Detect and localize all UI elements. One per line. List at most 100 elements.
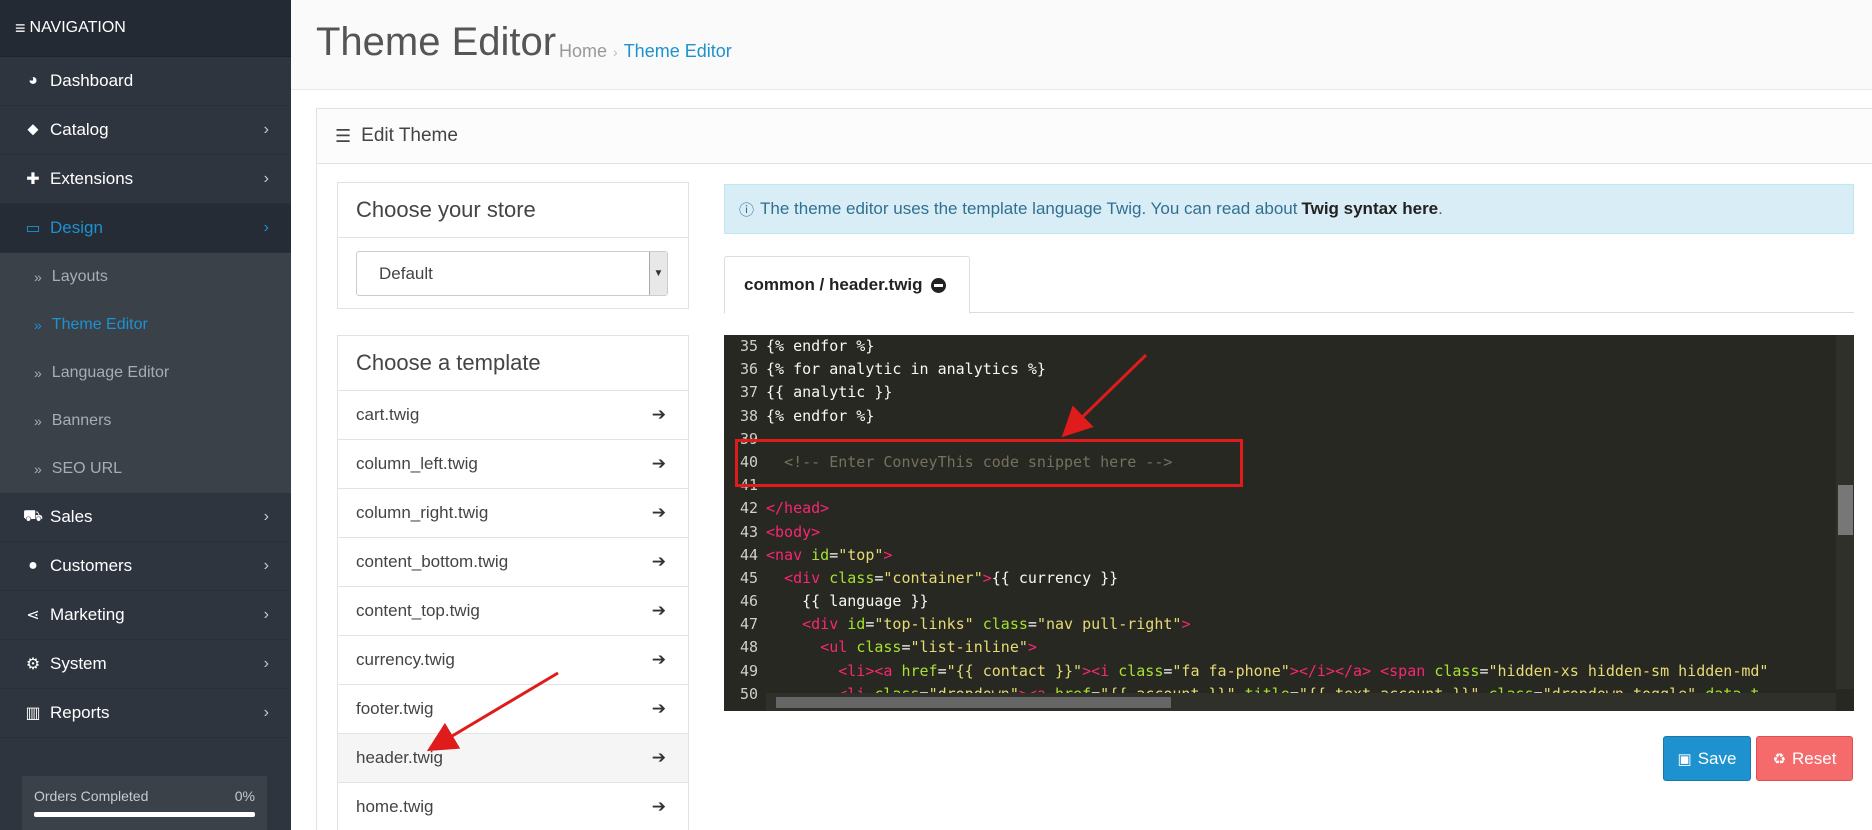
template-item[interactable]: header.twig ➔ [338, 734, 688, 783]
puzzle-icon: ✚ [26, 171, 40, 188]
code-text: {{ analytic }} [766, 383, 893, 402]
line-number: 38 [739, 406, 758, 425]
sidebar-item-design[interactable]: ▭ Design › [0, 204, 291, 253]
tab-header-twig[interactable]: common / header.twig [724, 256, 970, 314]
code-text: <nav id="top"> [766, 545, 893, 564]
double-chevron-icon: » [34, 317, 42, 333]
arrow-right-icon: ➔ [651, 552, 666, 571]
gear-icon: ⚙ [25, 656, 41, 673]
save-button[interactable]: ▣ Save [1663, 736, 1751, 781]
dropdown-arrow-icon[interactable]: ▼ [649, 252, 667, 295]
info-circle-icon: ⓘ [739, 201, 755, 219]
arrow-right-icon: ➔ [651, 797, 666, 816]
sidebar-item-label: Dashboard [50, 71, 134, 90]
alert-text: The theme editor uses the template langu… [760, 199, 1298, 218]
submenu-item-label: SEO URL [51, 460, 123, 477]
twig-syntax-link[interactable]: Twig syntax here [1301, 199, 1438, 219]
store-select[interactable]: Default ▼ [356, 251, 668, 296]
arrow-right-icon: ➔ [651, 650, 666, 669]
template-item-label: content_bottom.twig [356, 552, 509, 571]
submenu-item-language-editor[interactable]: » Language Editor [0, 349, 291, 397]
code-line: 37 {{ analytic }} [724, 381, 1854, 404]
double-chevron-icon: » [34, 461, 42, 477]
sidebar-item-label: Catalog [50, 120, 109, 139]
template-box: Choose a template cart.twig ➔ column_left.… [337, 335, 689, 830]
panel-heading-label: Edit Theme [361, 125, 458, 146]
user-icon: ● [28, 557, 38, 574]
submenu-item-seo-url[interactable]: » SEO URL [0, 445, 291, 493]
panel-heading: ☰ Edit Theme [317, 109, 1872, 164]
sidebar-item-customers[interactable]: ● Customers › [0, 542, 291, 591]
alert-end: . [1438, 199, 1443, 218]
code-line: 45 <div class="container">{{ currency }} [724, 567, 1854, 590]
line-number: 50 [739, 684, 758, 703]
file-tabs: common / header.twig [724, 256, 1854, 314]
template-item[interactable]: cart.twig ➔ [338, 391, 688, 440]
sidebar: ≡ NAVIGATION ◕ Dashboard ⬥ Catalog › ✚ Extensi… [0, 0, 291, 830]
code-text: <div class="container">{{ currency }} [784, 568, 1119, 587]
vertical-scrollbar[interactable] [1836, 335, 1854, 689]
code-line: 49 <li><a href="{{ contact }}"><i class=… [724, 660, 1854, 683]
code-line: 47 <div id="top-links" class="nav pull-r… [724, 613, 1854, 636]
sidebar-item-sales[interactable]: ⛟ Sales › [0, 493, 291, 542]
template-item-label: currency.twig [356, 650, 455, 669]
code-line: 35 {% endfor %} [724, 335, 1854, 358]
template-item[interactable]: footer.twig ➔ [338, 685, 688, 734]
code-line: 46 {{ language }} [724, 590, 1854, 613]
sidebar-item-marketing[interactable]: ⋖ Marketing › [0, 591, 291, 640]
template-item-label: cart.twig [356, 405, 420, 424]
chevron-right-icon: › [263, 606, 269, 623]
submenu-item-banners[interactable]: » Banners [0, 397, 291, 445]
sidebar-item-reports[interactable]: ▥ Reports › [0, 689, 291, 738]
store-box: Choose your store Default ▼ [337, 182, 689, 309]
arrow-right-icon: ➔ [651, 454, 666, 473]
code-text: </head> [766, 499, 830, 518]
list-icon: ☰ [335, 125, 352, 146]
chevron-right-icon: › [263, 121, 269, 138]
nav-header[interactable]: ≡ NAVIGATION [0, 0, 291, 57]
submenu-item-layouts[interactable]: » Layouts [0, 253, 291, 301]
annotation-highlight-box [735, 439, 1243, 487]
arrow-right-icon: ➔ [651, 503, 666, 522]
recycle-icon: ♻ [1772, 750, 1787, 768]
reset-button[interactable]: ♻ Reset [1756, 736, 1853, 781]
code-line: 38 {% endfor %} [724, 405, 1854, 428]
horizontal-scroll-thumb[interactable] [776, 697, 1171, 708]
sidebar-item-extensions[interactable]: ✚ Extensions › [0, 155, 291, 204]
page-header: Theme Editor Home › Theme Editor [291, 0, 1872, 90]
horizontal-scrollbar[interactable] [766, 693, 1836, 711]
submenu-item-theme-editor[interactable]: » Theme Editor [0, 301, 291, 349]
page-title: Theme Editor [316, 20, 557, 64]
bar-chart-icon: ▥ [25, 705, 41, 722]
code-text: <ul class="list-inline"> [820, 638, 1037, 657]
template-item[interactable]: currency.twig ➔ [338, 636, 688, 685]
sidebar-item-label: Reports [50, 703, 110, 722]
code-text: <div id="top-links" class="nav pull-righ… [802, 615, 1191, 634]
breadcrumb-home[interactable]: Home [559, 41, 607, 61]
template-item[interactable]: column_right.twig ➔ [338, 489, 688, 538]
store-select-value: Default [379, 263, 433, 283]
progress-value: 0% [234, 788, 255, 804]
line-number: 47 [739, 615, 758, 634]
breadcrumb: Home › Theme Editor [559, 41, 732, 62]
code-text: {{ language }} [766, 592, 929, 611]
progress-bar [34, 812, 255, 817]
sidebar-item-catalog[interactable]: ⬥ Catalog › [0, 106, 291, 155]
submenu-item-label: Banners [51, 412, 112, 429]
template-item[interactable]: column_left.twig ➔ [338, 440, 688, 489]
template-item[interactable]: content_top.twig ➔ [338, 587, 688, 636]
template-item[interactable]: content_bottom.twig ➔ [338, 538, 688, 587]
code-editor[interactable]: 35 {% endfor %} 36 {% for analytic in analy… [724, 335, 1854, 711]
template-item[interactable]: home.twig ➔ [338, 783, 688, 830]
vertical-scroll-thumb[interactable] [1838, 485, 1853, 535]
line-number: 43 [739, 522, 758, 541]
breadcrumb-current[interactable]: Theme Editor [624, 41, 732, 61]
double-chevron-icon: » [34, 413, 42, 429]
sidebar-item-label: Design [50, 218, 103, 237]
sidebar-item-label: System [50, 654, 107, 673]
sidebar-item-system[interactable]: ⚙ System › [0, 640, 291, 689]
sidebar-item-dashboard[interactable]: ◕ Dashboard [0, 57, 291, 106]
code-text: <body> [766, 522, 821, 541]
close-tab-icon[interactable] [930, 277, 946, 293]
code-text: {% endfor %} [766, 406, 875, 425]
